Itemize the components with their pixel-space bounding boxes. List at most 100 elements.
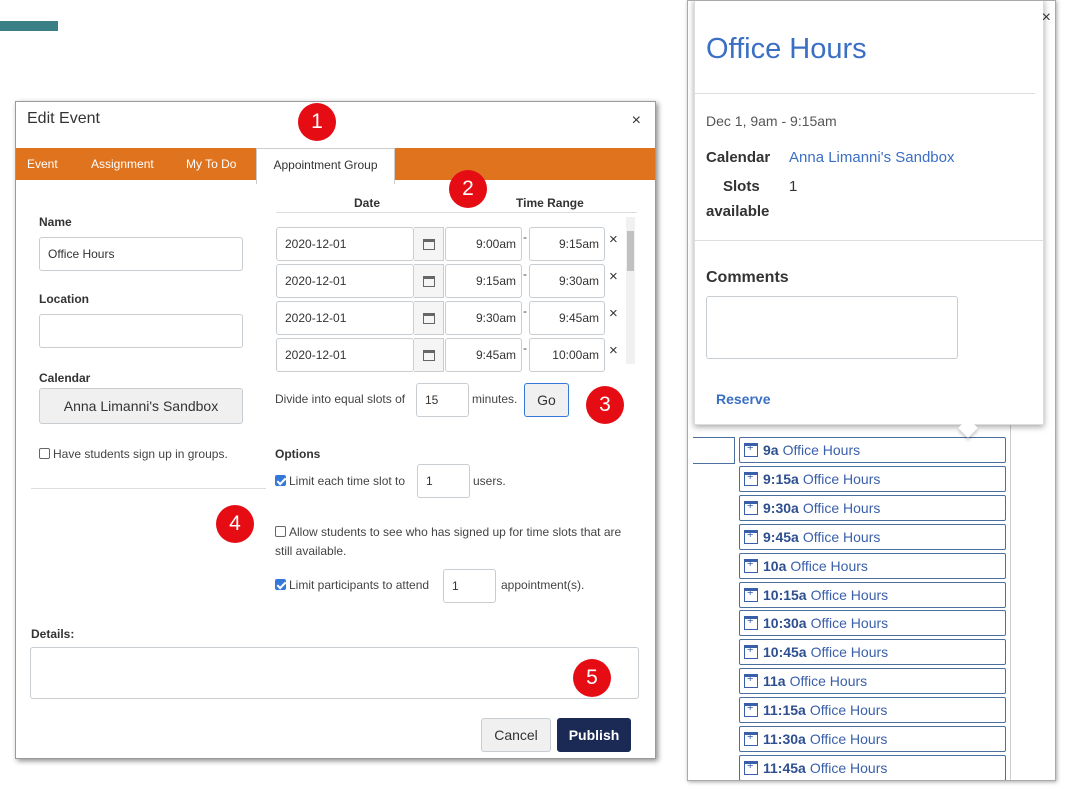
calendar-picker-button[interactable] [414, 338, 444, 372]
calendar-add-icon [744, 558, 758, 573]
appointment-slot[interactable]: 11a Office Hours [739, 668, 1006, 695]
slot-title: Office Hours [810, 586, 889, 603]
slot-time: 11a [763, 673, 786, 690]
go-button[interactable]: Go [524, 383, 569, 417]
appointment-slot[interactable]: 10:30a Office Hours [739, 610, 1006, 637]
allow-see-checkbox[interactable] [275, 526, 286, 537]
start-time-input[interactable]: 9:30am [445, 301, 522, 335]
remove-row-icon[interactable]: × [609, 231, 618, 248]
step-badge-4: 4 [216, 505, 254, 543]
calendar-add-icon [744, 702, 758, 718]
appointment-slot[interactable]: 10:45a Office Hours [739, 639, 1006, 666]
limit-participants-label: Limit participants to attend [289, 578, 430, 592]
popup-close-icon[interactable]: × [1042, 9, 1051, 27]
time-dash: - [523, 267, 527, 281]
cancel-button[interactable]: Cancel [481, 718, 551, 752]
calendar-add-icon [744, 731, 758, 746]
popup-slots-value: 1 [789, 178, 798, 195]
comments-textarea[interactable] [706, 296, 958, 359]
calendar-picker-button[interactable] [414, 301, 444, 335]
limit-slot-option[interactable]: Limit each time slot to [275, 474, 405, 488]
end-time-input[interactable]: 9:30am [529, 264, 605, 298]
calendar-add-icon [744, 500, 758, 515]
calendar-add-icon [744, 442, 758, 457]
slot-time: 10:30a [763, 615, 807, 632]
appointment-slot[interactable]: 11:30a Office Hours [739, 726, 1006, 752]
appointment-slot[interactable]: 9:15a Office Hours [739, 465, 1006, 492]
tab-assignment[interactable]: Assignment [91, 148, 154, 180]
popup-title: Office Hours [706, 33, 867, 65]
popup-calendar-link[interactable]: Anna Limanni's Sandbox [789, 149, 954, 166]
limit-participants-checkbox[interactable] [275, 579, 286, 590]
date-header: Date [354, 196, 381, 210]
tab-my-to-do[interactable]: My To Do [186, 148, 236, 180]
date-input[interactable]: 2020-12-01 [276, 227, 414, 261]
remove-row-icon[interactable]: × [609, 268, 618, 285]
date-input[interactable]: 2020-12-01 [276, 338, 414, 372]
slot-minutes-input[interactable]: 15 [416, 383, 469, 417]
slot-title: Office Hours [790, 557, 868, 574]
end-time-input[interactable]: 9:15am [529, 227, 605, 261]
start-time-input[interactable]: 9:15am [445, 264, 522, 298]
name-input[interactable]: Office Hours [39, 237, 243, 271]
dialog-title: Edit Event [27, 110, 100, 127]
remove-row-icon[interactable]: × [609, 342, 618, 359]
slot-title: Office Hours [810, 615, 889, 632]
start-time-input[interactable]: 9:45am [445, 338, 522, 372]
appointment-slot[interactable]: 9:45a Office Hours [739, 523, 1006, 550]
calendar-add-icon [744, 587, 758, 602]
details-textarea[interactable] [30, 647, 639, 699]
allow-see-option[interactable]: Allow students to see who has signed up … [275, 523, 625, 561]
calendar-picker-button[interactable] [414, 227, 444, 261]
slot-time: 11:15a [763, 702, 806, 719]
calendar-panel: 9a Office Hours 9:15a Office Hours 9:30a… [687, 0, 1056, 781]
calendar-add-icon [744, 615, 758, 631]
calendar-picker-button[interactable] [414, 264, 444, 298]
appointments-label: appointment(s). [501, 578, 585, 592]
appointment-slot[interactable]: 9:30a Office Hours [739, 494, 1006, 521]
end-time-input[interactable]: 9:45am [529, 301, 605, 335]
date-input[interactable]: 2020-12-01 [276, 264, 414, 298]
slot-title: Office Hours [802, 499, 881, 516]
reserve-link[interactable]: Reserve [716, 391, 771, 407]
slot-time: 9:30a [763, 499, 799, 516]
limit-participants-option[interactable]: Limit participants to attend [275, 578, 429, 592]
publish-button[interactable]: Publish [557, 718, 631, 752]
popup-calendar-label: Calendar [706, 149, 771, 166]
close-icon[interactable]: × [632, 112, 641, 130]
groups-option[interactable]: Have students sign up in groups. [39, 447, 228, 461]
limit-slot-checkbox[interactable] [275, 475, 286, 486]
slot-title: Office Hours [810, 644, 889, 661]
appointment-slot[interactable]: 9a Office Hours [739, 437, 1006, 463]
appointment-slot[interactable]: 11:45a Office Hours [739, 754, 1006, 780]
calendar-cell [693, 437, 735, 464]
event-popup: × Office Hours Dec 1, 9am - 9:15am Calen… [694, 1, 1051, 425]
allow-see-label: Allow students to see who has signed up … [275, 525, 622, 558]
step-badge-2: 2 [449, 170, 487, 208]
appointment-slot[interactable]: 11:15a Office Hours [739, 697, 1006, 724]
step-badge-3: 3 [586, 386, 624, 424]
tab-event[interactable]: Event [27, 148, 58, 180]
location-label: Location [39, 292, 89, 306]
slot-title: Office Hours [802, 528, 881, 545]
tab-appointment-group[interactable]: Appointment Group [256, 148, 395, 184]
start-time-input[interactable]: 9:00am [445, 227, 522, 261]
remove-row-icon[interactable]: × [609, 305, 618, 322]
slot-time: 9:15a [763, 470, 799, 487]
appointment-slot[interactable]: 10:15a Office Hours [739, 581, 1006, 608]
limit-participants-input[interactable]: 1 [443, 569, 496, 603]
limit-slot-input[interactable]: 1 [417, 464, 470, 498]
appointment-slot[interactable]: 10a Office Hours [739, 552, 1006, 579]
calendar-icon [422, 238, 435, 250]
calendar-icon [422, 275, 435, 287]
end-time-input[interactable]: 10:00am [529, 338, 605, 372]
calendar-select-button[interactable]: Anna Limanni's Sandbox [39, 388, 243, 424]
popup-divider [695, 93, 1035, 94]
table-header-divider [276, 212, 637, 213]
table-scrollbar[interactable] [626, 217, 635, 364]
groups-checkbox[interactable] [39, 448, 50, 459]
slot-time: 11:45a [763, 759, 806, 776]
location-input[interactable] [39, 314, 243, 348]
date-input[interactable]: 2020-12-01 [276, 301, 414, 335]
time-dash: - [523, 304, 527, 318]
